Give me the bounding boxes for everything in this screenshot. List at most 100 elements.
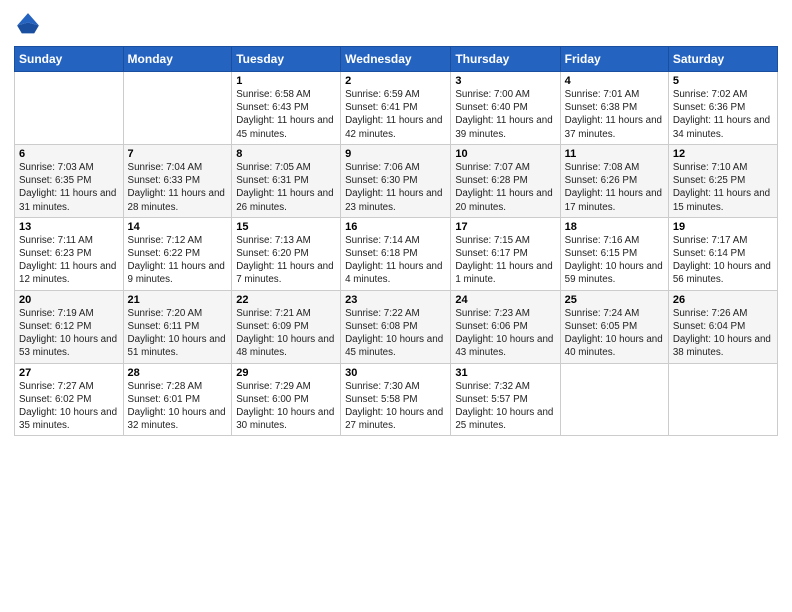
day-info: Sunrise: 7:12 AMSunset: 6:22 PMDaylight:… (128, 234, 228, 287)
day-number: 30 (345, 367, 446, 379)
day-number: 6 (19, 148, 119, 160)
calendar-cell: 28Sunrise: 7:28 AMSunset: 6:01 PMDayligh… (123, 363, 232, 436)
calendar-cell: 14Sunrise: 7:12 AMSunset: 6:22 PMDayligh… (123, 217, 232, 290)
calendar-header-sunday: Sunday (15, 47, 124, 72)
calendar-cell: 8Sunrise: 7:05 AMSunset: 6:31 PMDaylight… (232, 144, 341, 217)
day-number: 26 (673, 294, 773, 306)
day-info: Sunrise: 7:13 AMSunset: 6:20 PMDaylight:… (236, 234, 336, 287)
day-number: 13 (19, 221, 119, 233)
calendar-cell: 26Sunrise: 7:26 AMSunset: 6:04 PMDayligh… (668, 290, 777, 363)
day-info: Sunrise: 7:11 AMSunset: 6:23 PMDaylight:… (19, 234, 119, 287)
calendar-header-thursday: Thursday (451, 47, 560, 72)
day-number: 14 (128, 221, 228, 233)
calendar-cell: 21Sunrise: 7:20 AMSunset: 6:11 PMDayligh… (123, 290, 232, 363)
day-number: 22 (236, 294, 336, 306)
calendar-cell: 13Sunrise: 7:11 AMSunset: 6:23 PMDayligh… (15, 217, 124, 290)
day-info: Sunrise: 7:03 AMSunset: 6:35 PMDaylight:… (19, 161, 119, 214)
day-info: Sunrise: 7:23 AMSunset: 6:06 PMDaylight:… (455, 307, 555, 360)
day-number: 4 (565, 75, 664, 87)
day-number: 21 (128, 294, 228, 306)
calendar-cell: 31Sunrise: 7:32 AMSunset: 5:57 PMDayligh… (451, 363, 560, 436)
day-info: Sunrise: 7:24 AMSunset: 6:05 PMDaylight:… (565, 307, 664, 360)
day-number: 18 (565, 221, 664, 233)
calendar-cell: 2Sunrise: 6:59 AMSunset: 6:41 PMDaylight… (341, 72, 451, 145)
calendar-cell: 29Sunrise: 7:29 AMSunset: 6:00 PMDayligh… (232, 363, 341, 436)
calendar-table: SundayMondayTuesdayWednesdayThursdayFrid… (14, 46, 778, 436)
calendar-cell: 10Sunrise: 7:07 AMSunset: 6:28 PMDayligh… (451, 144, 560, 217)
day-number: 19 (673, 221, 773, 233)
day-info: Sunrise: 7:16 AMSunset: 6:15 PMDaylight:… (565, 234, 664, 287)
calendar-cell: 23Sunrise: 7:22 AMSunset: 6:08 PMDayligh… (341, 290, 451, 363)
calendar-header-saturday: Saturday (668, 47, 777, 72)
calendar-cell (668, 363, 777, 436)
day-info: Sunrise: 7:10 AMSunset: 6:25 PMDaylight:… (673, 161, 773, 214)
page: SundayMondayTuesdayWednesdayThursdayFrid… (0, 0, 792, 612)
calendar-cell: 18Sunrise: 7:16 AMSunset: 6:15 PMDayligh… (560, 217, 668, 290)
day-info: Sunrise: 7:00 AMSunset: 6:40 PMDaylight:… (455, 88, 555, 141)
calendar-week-2: 6Sunrise: 7:03 AMSunset: 6:35 PMDaylight… (15, 144, 778, 217)
calendar-week-5: 27Sunrise: 7:27 AMSunset: 6:02 PMDayligh… (15, 363, 778, 436)
day-number: 31 (455, 367, 555, 379)
calendar-week-1: 1Sunrise: 6:58 AMSunset: 6:43 PMDaylight… (15, 72, 778, 145)
calendar-cell (15, 72, 124, 145)
calendar-cell: 16Sunrise: 7:14 AMSunset: 6:18 PMDayligh… (341, 217, 451, 290)
day-number: 7 (128, 148, 228, 160)
day-number: 16 (345, 221, 446, 233)
calendar-cell (123, 72, 232, 145)
day-number: 1 (236, 75, 336, 87)
day-info: Sunrise: 7:01 AMSunset: 6:38 PMDaylight:… (565, 88, 664, 141)
calendar-cell: 4Sunrise: 7:01 AMSunset: 6:38 PMDaylight… (560, 72, 668, 145)
day-number: 24 (455, 294, 555, 306)
calendar-cell: 5Sunrise: 7:02 AMSunset: 6:36 PMDaylight… (668, 72, 777, 145)
calendar-cell: 6Sunrise: 7:03 AMSunset: 6:35 PMDaylight… (15, 144, 124, 217)
header (14, 10, 778, 38)
calendar-header-tuesday: Tuesday (232, 47, 341, 72)
calendar-cell: 25Sunrise: 7:24 AMSunset: 6:05 PMDayligh… (560, 290, 668, 363)
day-info: Sunrise: 7:07 AMSunset: 6:28 PMDaylight:… (455, 161, 555, 214)
day-info: Sunrise: 7:27 AMSunset: 6:02 PMDaylight:… (19, 380, 119, 433)
calendar-cell: 1Sunrise: 6:58 AMSunset: 6:43 PMDaylight… (232, 72, 341, 145)
calendar-header-monday: Monday (123, 47, 232, 72)
calendar-cell: 24Sunrise: 7:23 AMSunset: 6:06 PMDayligh… (451, 290, 560, 363)
day-info: Sunrise: 7:06 AMSunset: 6:30 PMDaylight:… (345, 161, 446, 214)
calendar-cell: 12Sunrise: 7:10 AMSunset: 6:25 PMDayligh… (668, 144, 777, 217)
calendar-cell: 19Sunrise: 7:17 AMSunset: 6:14 PMDayligh… (668, 217, 777, 290)
day-number: 5 (673, 75, 773, 87)
day-info: Sunrise: 7:05 AMSunset: 6:31 PMDaylight:… (236, 161, 336, 214)
day-number: 2 (345, 75, 446, 87)
day-number: 8 (236, 148, 336, 160)
day-info: Sunrise: 7:28 AMSunset: 6:01 PMDaylight:… (128, 380, 228, 433)
day-info: Sunrise: 7:02 AMSunset: 6:36 PMDaylight:… (673, 88, 773, 141)
calendar-cell: 7Sunrise: 7:04 AMSunset: 6:33 PMDaylight… (123, 144, 232, 217)
day-number: 17 (455, 221, 555, 233)
calendar-cell: 22Sunrise: 7:21 AMSunset: 6:09 PMDayligh… (232, 290, 341, 363)
day-info: Sunrise: 7:21 AMSunset: 6:09 PMDaylight:… (236, 307, 336, 360)
day-info: Sunrise: 7:15 AMSunset: 6:17 PMDaylight:… (455, 234, 555, 287)
calendar-cell: 11Sunrise: 7:08 AMSunset: 6:26 PMDayligh… (560, 144, 668, 217)
day-info: Sunrise: 7:22 AMSunset: 6:08 PMDaylight:… (345, 307, 446, 360)
calendar-header-wednesday: Wednesday (341, 47, 451, 72)
calendar-cell: 9Sunrise: 7:06 AMSunset: 6:30 PMDaylight… (341, 144, 451, 217)
day-info: Sunrise: 7:29 AMSunset: 6:00 PMDaylight:… (236, 380, 336, 433)
day-info: Sunrise: 7:30 AMSunset: 5:58 PMDaylight:… (345, 380, 446, 433)
calendar-week-3: 13Sunrise: 7:11 AMSunset: 6:23 PMDayligh… (15, 217, 778, 290)
calendar-cell (560, 363, 668, 436)
calendar-cell: 15Sunrise: 7:13 AMSunset: 6:20 PMDayligh… (232, 217, 341, 290)
calendar-cell: 27Sunrise: 7:27 AMSunset: 6:02 PMDayligh… (15, 363, 124, 436)
day-number: 20 (19, 294, 119, 306)
day-info: Sunrise: 7:32 AMSunset: 5:57 PMDaylight:… (455, 380, 555, 433)
day-number: 28 (128, 367, 228, 379)
day-number: 12 (673, 148, 773, 160)
calendar-cell: 20Sunrise: 7:19 AMSunset: 6:12 PMDayligh… (15, 290, 124, 363)
calendar-week-4: 20Sunrise: 7:19 AMSunset: 6:12 PMDayligh… (15, 290, 778, 363)
day-number: 3 (455, 75, 555, 87)
day-info: Sunrise: 6:58 AMSunset: 6:43 PMDaylight:… (236, 88, 336, 141)
day-info: Sunrise: 7:17 AMSunset: 6:14 PMDaylight:… (673, 234, 773, 287)
calendar-cell: 30Sunrise: 7:30 AMSunset: 5:58 PMDayligh… (341, 363, 451, 436)
day-info: Sunrise: 6:59 AMSunset: 6:41 PMDaylight:… (345, 88, 446, 141)
calendar-header-row: SundayMondayTuesdayWednesdayThursdayFrid… (15, 47, 778, 72)
logo-icon (14, 10, 42, 38)
day-number: 15 (236, 221, 336, 233)
day-number: 10 (455, 148, 555, 160)
day-info: Sunrise: 7:08 AMSunset: 6:26 PMDaylight:… (565, 161, 664, 214)
